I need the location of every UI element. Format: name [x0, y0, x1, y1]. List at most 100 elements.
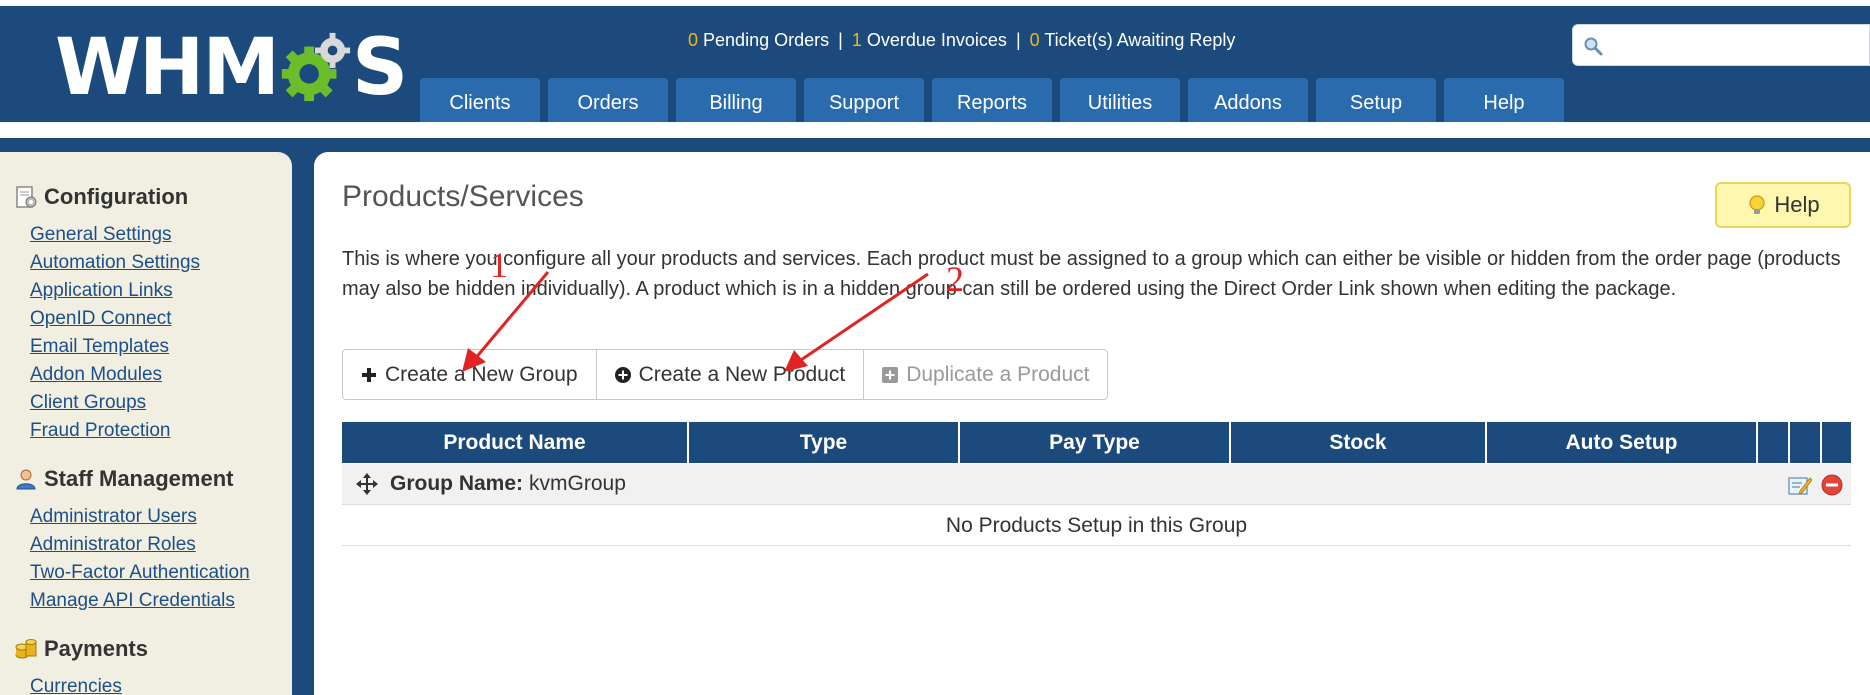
plus-circle-icon [614, 366, 631, 383]
overdue-invoices-link[interactable]: Overdue Invoices [867, 30, 1007, 50]
header: WHM S 0 Pending Orders | 1 Overdue Invoi… [0, 6, 1870, 128]
column-header-blank [1758, 422, 1788, 463]
sidebar-item: Fraud Protection [30, 418, 200, 446]
column-header-type[interactable]: Type [689, 422, 958, 463]
pending-orders-link[interactable]: Pending Orders [703, 30, 829, 50]
plus-icon [362, 367, 376, 382]
group-name-value: kvmGroup [529, 472, 626, 495]
create-group-label: Create a New Group [385, 362, 578, 386]
help-button-label: Help [1774, 192, 1820, 217]
column-header-blank [1790, 422, 1820, 463]
nav-tab-orders[interactable]: Orders [548, 78, 668, 128]
tickets-awaiting-link[interactable]: Ticket(s) Awaiting Reply [1044, 30, 1235, 50]
move-arrows-icon[interactable] [356, 473, 378, 495]
sidebar-item: Email Templates [30, 334, 200, 362]
group-name-label: Group Name: [390, 472, 524, 495]
sidebar-item: Application Links [30, 278, 200, 306]
sidebar-link-openid-connect[interactable]: OpenID Connect [30, 308, 172, 329]
help-button[interactable]: Help [1715, 182, 1851, 228]
sidebar-item: Addon Modules [30, 362, 200, 390]
sidebar-link-application-links[interactable]: Application Links [30, 280, 173, 301]
annotation-marker-2: 2 [946, 259, 964, 299]
search-box[interactable] [1572, 24, 1870, 66]
logo-text-left: WHM [55, 23, 280, 113]
nav-tab-clients[interactable]: Clients [420, 78, 540, 128]
sidebar-section-staff: Staff Management Administrator Users Adm… [14, 464, 250, 616]
status-separator: | [838, 30, 843, 50]
sidebar-heading-configuration: Configuration [14, 182, 200, 212]
nav-tab-setup[interactable]: Setup [1316, 78, 1436, 128]
header-gap [0, 122, 1870, 138]
sidebar-link-manage-api-credentials[interactable]: Manage API Credentials [30, 590, 235, 611]
products-table-header: Product Name Type Pay Type Stock Auto Se… [342, 422, 1851, 463]
lightbulb-icon [1749, 195, 1765, 214]
sidebar-links-payments: Currencies [30, 674, 148, 695]
payments-coins-icon [15, 639, 37, 659]
whmcs-admin-page: WHM S 0 Pending Orders | 1 Overdue Invoi… [0, 0, 1870, 695]
action-button-group: Create a New Group Create a New Product … [342, 349, 1109, 400]
sidebar-link-automation-settings[interactable]: Automation Settings [30, 252, 200, 273]
page-title: Products/Services [342, 180, 584, 213]
sidebar-title-staff: Staff Management [44, 466, 234, 491]
nav-tab-addons[interactable]: Addons [1188, 78, 1308, 128]
sidebar-link-currencies[interactable]: Currencies [30, 676, 122, 695]
sidebar-link-administrator-roles[interactable]: Administrator Roles [30, 534, 196, 555]
annotation-marker-1: 1 [490, 245, 508, 285]
column-header-product-name[interactable]: Product Name [342, 422, 687, 463]
sidebar-link-client-groups[interactable]: Client Groups [30, 392, 146, 413]
sidebar-links-configuration: General Settings Automation Settings App… [30, 222, 200, 446]
sidebar-item: Currencies [30, 674, 148, 695]
search-icon [1584, 37, 1603, 56]
sidebar-link-general-settings[interactable]: General Settings [30, 224, 172, 245]
sidebar-item: Manage API Credentials [30, 588, 250, 616]
nav-tab-support[interactable]: Support [804, 78, 924, 128]
column-header-blank [1822, 422, 1851, 463]
delete-group-icon[interactable] [1821, 474, 1843, 496]
sidebar-title-configuration: Configuration [44, 184, 189, 209]
sidebar-panel: Configuration General Settings Automatio… [0, 152, 292, 695]
column-header-pay-type[interactable]: Pay Type [960, 422, 1229, 463]
empty-group-row: No Products Setup in this Group [342, 506, 1851, 546]
group-row: Group Name: kvmGroup [342, 464, 1851, 505]
nav-tab-billing[interactable]: Billing [676, 78, 796, 128]
sidebar-title-payments: Payments [44, 636, 148, 661]
duplicate-product-button[interactable]: Duplicate a Product [864, 349, 1109, 400]
sidebar-item: Client Groups [30, 390, 200, 418]
sidebar-link-fraud-protection[interactable]: Fraud Protection [30, 420, 170, 441]
sidebar-heading-staff: Staff Management [14, 464, 250, 494]
column-header-auto-setup[interactable]: Auto Setup [1487, 422, 1756, 463]
sidebar-links-staff: Administrator Users Administrator Roles … [30, 504, 250, 616]
sidebar-section-payments: Payments Currencies [14, 634, 148, 695]
edit-group-icon[interactable] [1788, 474, 1812, 496]
sidebar-heading-payments: Payments [14, 634, 148, 664]
empty-group-message: No Products Setup in this Group [945, 513, 1248, 537]
create-product-label: Create a New Product [638, 362, 846, 386]
header-bottom-band [0, 138, 1870, 152]
sidebar-link-two-factor-authentication[interactable]: Two-Factor Authentication [30, 562, 250, 583]
search-input[interactable] [1609, 30, 1859, 60]
status-separator: | [1015, 30, 1021, 50]
sidebar-item: OpenID Connect [30, 306, 200, 334]
create-product-button[interactable]: Create a New Product [596, 349, 865, 400]
logo-text-right: S [351, 23, 408, 113]
intro-text: This is where you configure all your pro… [342, 248, 1841, 300]
column-header-stock[interactable]: Stock [1231, 422, 1485, 463]
sidebar-section-configuration: Configuration General Settings Automatio… [14, 182, 200, 446]
nav-tab-help[interactable]: Help [1444, 78, 1564, 128]
sidebar-link-addon-modules[interactable]: Addon Modules [30, 364, 162, 385]
nav-tab-utilities[interactable]: Utilities [1060, 78, 1180, 128]
overdue-invoices-count[interactable]: 1 [852, 30, 862, 50]
duplicate-product-label: Duplicate a Product [906, 362, 1090, 386]
status-line: 0 Pending Orders | 1 Overdue Invoices | … [688, 30, 1235, 51]
main-nav: Clients Orders Billing Support Reports U… [420, 78, 1572, 128]
nav-tab-reports[interactable]: Reports [932, 78, 1052, 128]
tickets-count[interactable]: 0 [1030, 30, 1040, 50]
sidebar-item: Two-Factor Authentication [30, 560, 250, 588]
pending-orders-count[interactable]: 0 [688, 30, 698, 50]
sidebar-link-email-templates[interactable]: Email Templates [30, 336, 169, 357]
whmcs-logo[interactable]: WHM S [55, 23, 408, 113]
sidebar-item: Administrator Users [30, 504, 250, 532]
plus-square-icon [882, 366, 899, 383]
sidebar-link-administrator-users[interactable]: Administrator Users [30, 506, 197, 527]
create-group-button[interactable]: Create a New Group [342, 349, 597, 400]
